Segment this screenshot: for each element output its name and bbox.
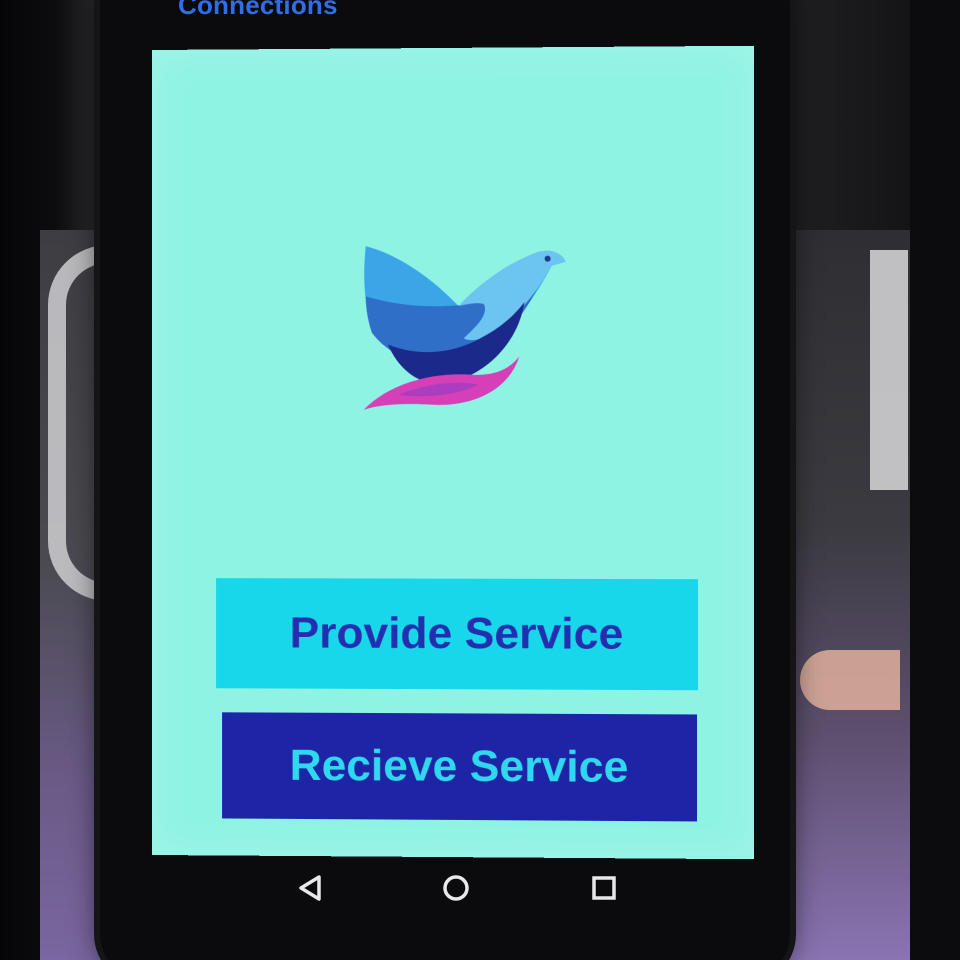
android-nav-bar (240, 862, 650, 914)
provide-service-button[interactable]: Provide Service (216, 578, 699, 691)
back-triangle-icon[interactable] (292, 870, 328, 906)
background-hand (800, 650, 900, 710)
receive-service-button[interactable]: Recieve Service (222, 712, 698, 822)
photo-scene: Connections Provide Service Recieve Serv… (0, 0, 960, 960)
recent-apps-square-icon[interactable] (586, 870, 622, 906)
page-title-partial: Connections (178, 0, 338, 20)
app-screen: Provide Service Recieve Service (152, 45, 755, 860)
dove-logo-icon (363, 245, 566, 410)
home-circle-icon[interactable] (438, 870, 474, 906)
background-shape-right (870, 250, 908, 490)
background-edge (910, 0, 960, 960)
